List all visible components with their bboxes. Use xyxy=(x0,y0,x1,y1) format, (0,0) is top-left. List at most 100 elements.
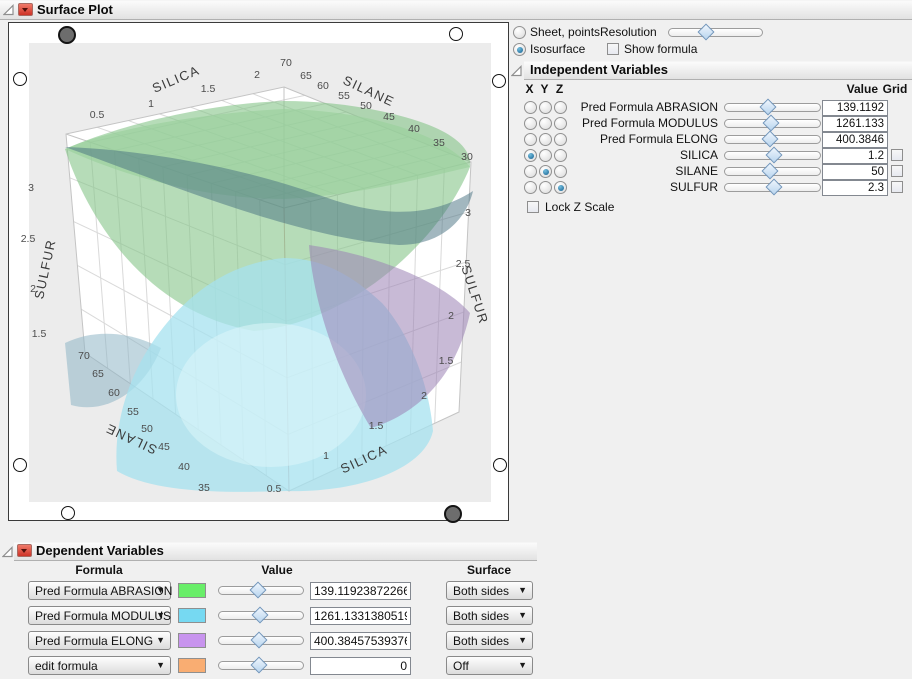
formula-dropdown[interactable]: Pred Formula ELONG ▼ xyxy=(28,631,171,650)
sheet-points-label: Sheet, points xyxy=(530,25,601,39)
plot-rotation-handle[interactable] xyxy=(58,26,76,44)
axis-tick-label: 65 xyxy=(92,368,104,380)
y-radio[interactable] xyxy=(539,149,552,162)
independent-disclosure-icon[interactable] xyxy=(511,65,523,77)
value-slider[interactable] xyxy=(724,114,821,132)
chevron-down-icon: ▼ xyxy=(156,585,165,595)
surface-color-swatch[interactable] xyxy=(178,608,206,623)
axis-tick-label: 45 xyxy=(158,441,170,453)
surface-dropdown[interactable]: Both sides ▼ xyxy=(446,581,533,600)
value-field[interactable] xyxy=(822,116,888,132)
value-slider[interactable] xyxy=(724,130,821,148)
chevron-down-icon: ▼ xyxy=(156,660,165,670)
plot-rotation-handle[interactable] xyxy=(492,74,506,88)
surface-dropdown[interactable]: Both sides ▼ xyxy=(446,631,533,650)
lock-z-scale-label: Lock Z Scale xyxy=(545,200,615,214)
x-radio[interactable] xyxy=(524,117,537,130)
surface-dropdown[interactable]: Both sides ▼ xyxy=(446,606,533,625)
axis-tick-label: 50 xyxy=(141,423,153,435)
formula-dropdown[interactable]: Pred Formula ABRASION ▼ xyxy=(28,581,172,600)
plot-rotation-handle[interactable] xyxy=(13,458,27,472)
surface-plot-canvas[interactable]: 0.5 1 1.5 2 70 65 60 55 50 45 40 35 30 3 2.5 2 1.5 70 65 60… xyxy=(8,22,509,523)
dep-value-slider[interactable] xyxy=(218,656,304,674)
axis-tick-label: 2 xyxy=(421,390,427,402)
isosurface-label: Isosurface xyxy=(530,42,586,56)
y-radio[interactable] xyxy=(539,117,552,130)
axis-tick-label: 3 xyxy=(465,207,471,219)
plot-rotation-handle[interactable] xyxy=(444,505,462,523)
x-radio[interactable] xyxy=(524,133,537,146)
slider-thumb[interactable] xyxy=(761,162,779,180)
x-radio[interactable] xyxy=(524,101,537,114)
slider-thumb[interactable] xyxy=(250,631,268,649)
plot-rotation-handle[interactable] xyxy=(449,27,463,41)
grid-checkbox[interactable] xyxy=(891,165,903,177)
value-field[interactable] xyxy=(822,132,888,148)
resolution-slider[interactable] xyxy=(668,23,763,41)
axis-tick-label: 2 xyxy=(254,69,260,81)
resolution-label: Resolution xyxy=(600,25,657,39)
value-field[interactable] xyxy=(822,180,888,196)
value-slider[interactable] xyxy=(724,162,821,180)
axis-tick-label: 55 xyxy=(338,90,350,102)
outline-disclosure-icon[interactable] xyxy=(3,4,15,16)
dep-value-field[interactable] xyxy=(310,607,411,625)
surface-color-swatch[interactable] xyxy=(178,658,206,673)
grid-checkbox[interactable] xyxy=(891,181,903,193)
col-grid: Grid xyxy=(882,82,908,96)
slider-thumb[interactable] xyxy=(249,581,267,599)
axis-tick-label: 65 xyxy=(300,70,312,82)
slider-thumb[interactable] xyxy=(251,606,269,624)
variable-label: SILICA xyxy=(679,148,718,162)
isosurface-radio[interactable] xyxy=(513,43,526,56)
sheet-points-radio[interactable] xyxy=(513,26,526,39)
value-field[interactable] xyxy=(822,164,888,180)
resolution-slider-thumb[interactable] xyxy=(697,23,715,41)
slider-thumb[interactable] xyxy=(762,114,780,132)
surface-dropdown[interactable]: Off ▼ xyxy=(446,656,533,675)
plot-rotation-handle[interactable] xyxy=(61,506,75,520)
dep-value-field[interactable] xyxy=(310,657,411,675)
dependent-disclosure-icon[interactable] xyxy=(2,546,14,558)
value-field[interactable] xyxy=(822,100,888,116)
x-radio[interactable] xyxy=(524,149,537,162)
axis-tick-label: 1 xyxy=(148,98,154,110)
value-slider[interactable] xyxy=(724,146,821,164)
formula-dropdown[interactable]: edit formula ▼ xyxy=(28,656,171,675)
axis-tick-label: 1.5 xyxy=(368,420,384,432)
red-menu-button[interactable] xyxy=(18,3,33,16)
x-radio[interactable] xyxy=(524,165,537,178)
slider-thumb[interactable] xyxy=(250,656,268,674)
dep-value-slider[interactable] xyxy=(218,606,304,624)
plot-rotation-handle[interactable] xyxy=(493,458,507,472)
grid-checkbox[interactable] xyxy=(891,149,903,161)
formula-dropdown[interactable]: Pred Formula MODULUS ▼ xyxy=(28,606,171,625)
surface-color-swatch[interactable] xyxy=(178,633,206,648)
dep-value-field[interactable] xyxy=(310,582,411,600)
y-radio[interactable] xyxy=(539,133,552,146)
x-radio[interactable] xyxy=(524,181,537,194)
lock-z-scale-checkbox[interactable] xyxy=(527,201,539,213)
formula-dropdown-value: edit formula xyxy=(35,659,98,673)
axis-tick-label: 1.5 xyxy=(200,83,216,95)
dep-value-slider[interactable] xyxy=(218,581,304,599)
axis-tick-label: 1.5 xyxy=(31,328,47,340)
dep-value-field[interactable] xyxy=(310,632,411,650)
variable-label: Pred Formula ABRASION xyxy=(580,100,718,114)
dependent-red-menu-button[interactable] xyxy=(17,544,32,557)
surface-color-swatch[interactable] xyxy=(178,583,206,598)
y-radio[interactable] xyxy=(539,165,552,178)
value-field[interactable] xyxy=(822,148,888,164)
slider-thumb[interactable] xyxy=(761,130,779,148)
slider-thumb[interactable] xyxy=(765,146,783,164)
y-radio[interactable] xyxy=(539,101,552,114)
axis-tick-label: 3 xyxy=(28,182,34,194)
y-radio[interactable] xyxy=(539,181,552,194)
show-formula-checkbox[interactable] xyxy=(607,43,619,55)
plot-rotation-handle[interactable] xyxy=(13,72,27,86)
slider-thumb[interactable] xyxy=(765,178,783,196)
value-slider[interactable] xyxy=(724,178,821,196)
slider-thumb[interactable] xyxy=(759,98,777,116)
dep-value-slider[interactable] xyxy=(218,631,304,649)
value-slider[interactable] xyxy=(724,98,821,116)
